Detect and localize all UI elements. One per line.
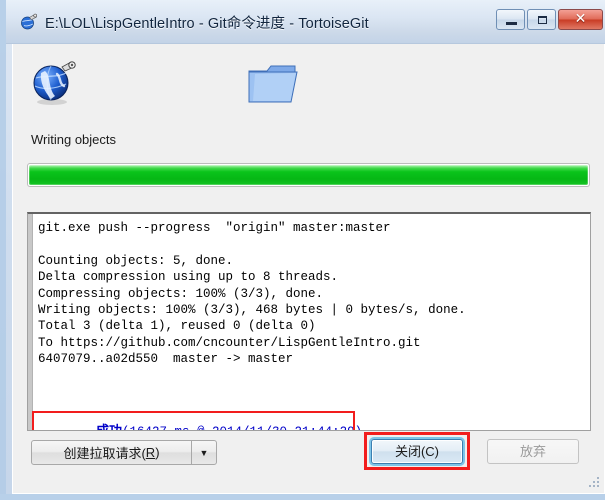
window-controls: ✕: [496, 9, 603, 30]
create-pull-request-label: 创建拉取请求(R): [32, 441, 191, 464]
create-pull-request-button[interactable]: 创建拉取请求(R) ▼: [31, 440, 217, 465]
title-bar[interactable]: E:\LOL\LispGentleIntro - Git命令进度 - Torto…: [6, 0, 605, 44]
log-line: Total 3 (delta 1), reused 0 (delta 0): [38, 319, 316, 334]
log-line: To https://github.com/cncounter/LispGent…: [38, 335, 421, 350]
resize-grip[interactable]: [588, 477, 601, 490]
title-bar-left: E:\LOL\LispGentleIntro - Git命令进度 - Torto…: [20, 11, 369, 33]
result-status-word: 成功: [96, 424, 122, 430]
progress-bar: [27, 163, 590, 187]
close-window-button[interactable]: ✕: [558, 9, 603, 30]
command-log-panel[interactable]: git.exe push --progress "origin" master:…: [27, 212, 591, 431]
log-line: Compressing objects: 100% (3/3), done.: [38, 286, 324, 301]
log-line: 6407079..a02d550 master -> master: [38, 352, 294, 367]
log-line: Delta compression using up to 8 threads.: [38, 270, 339, 285]
log-gutter: [28, 214, 33, 430]
folder-icon: [247, 62, 299, 106]
minimize-icon: [506, 22, 517, 25]
log-line: Writing objects: 100% (3/3), 468 bytes |…: [38, 303, 466, 318]
log-line: git.exe push --progress "origin" master:…: [38, 221, 391, 235]
pr-label-pre: 创建拉取请求(: [63, 446, 146, 461]
pr-label-post: ): [155, 445, 160, 460]
close-button[interactable]: 关闭(C): [371, 439, 463, 464]
minimize-button[interactable]: [496, 9, 525, 30]
transfer-illustration: [13, 44, 605, 120]
maximize-button[interactable]: [527, 9, 556, 30]
progress-bar-fill: [29, 165, 588, 185]
tortoisegit-progress-window: E:\LOL\LispGentleIntro - Git命令进度 - Torto…: [0, 0, 605, 500]
globe-network-icon: [31, 58, 79, 106]
chevron-down-icon[interactable]: ▼: [191, 441, 216, 464]
close-icon: ✕: [574, 11, 587, 27]
result-detail: (16427 ms @ 2014/11/30 21:44:29): [122, 425, 362, 430]
tortoisegit-icon: [20, 13, 38, 31]
window-title: E:\LOL\LispGentleIntro - Git命令进度 - Torto…: [45, 15, 369, 32]
dialog-client-area: Writing objects git.exe push --progress …: [12, 44, 605, 494]
result-line: 成功(16427 ms @ 2014/11/30 21:44:29): [36, 406, 362, 430]
status-label: Writing objects: [31, 132, 117, 147]
maximize-icon: [538, 16, 547, 24]
command-log-text: git.exe push --progress "origin" master:…: [38, 220, 586, 368]
log-line: Counting objects: 5, done.: [38, 253, 234, 268]
pr-label-accesskey: R: [145, 445, 156, 460]
discard-button: 放弃: [487, 439, 579, 464]
